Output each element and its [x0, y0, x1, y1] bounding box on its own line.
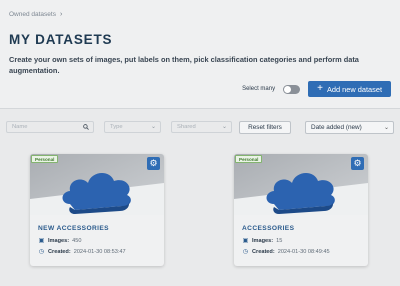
- dataset-card[interactable]: Personal ⚙ ACCESSORIES ▣ Images: 15 ◷ Cr…: [234, 154, 368, 266]
- chevron-down-icon: ⌄: [221, 124, 227, 130]
- type-filter-select[interactable]: Type ⌄: [104, 121, 161, 133]
- created-value: 2024-01-30 08:53:47: [73, 248, 126, 255]
- search-icon: [83, 124, 89, 132]
- dataset-thumbnail: [30, 154, 164, 215]
- chevron-right-icon: ›: [59, 10, 63, 18]
- select-many-label: Select many: [242, 86, 276, 92]
- settings-button[interactable]: ⚙: [147, 157, 160, 170]
- page-title: MY DATASETS: [9, 32, 113, 47]
- chevron-down-icon: ⌄: [383, 125, 389, 131]
- breadcrumb: Owned datasets ›: [9, 8, 391, 20]
- add-new-dataset-label: Add new dataset: [326, 84, 382, 94]
- clock-icon: ◷: [38, 249, 45, 255]
- name-filter-placeholder: Name: [12, 124, 28, 130]
- gear-icon: ⚙: [149, 158, 158, 168]
- reset-filters-button[interactable]: Reset filters: [239, 121, 291, 134]
- images-count-row: ▣ Images: 450: [38, 237, 82, 245]
- chevron-down-icon: ⌄: [150, 124, 156, 130]
- images-count-row: ▣ Images: 15: [242, 237, 283, 245]
- header-divider: [0, 108, 400, 109]
- sort-value: Date added (new): [311, 124, 362, 131]
- created-row: ◷ Created: 2024-01-30 08:53:47: [38, 248, 126, 256]
- clock-icon: ◷: [242, 249, 249, 255]
- plus-icon: +: [317, 83, 323, 94]
- reset-filters-label: Reset filters: [248, 124, 282, 131]
- dataset-card[interactable]: Personal ⚙ NEW ACCESSORIES ▣ Images: 450…: [30, 154, 164, 266]
- created-label: Created:: [252, 248, 275, 255]
- type-filter-placeholder: Type: [110, 124, 123, 130]
- filter-bar: Name Type ⌄ Shared ⌄ Reset filters Date …: [6, 121, 394, 134]
- images-label: Images:: [252, 237, 274, 244]
- created-row: ◷ Created: 2024-01-30 08:49:45: [242, 248, 330, 256]
- dataset-thumbnail: [234, 154, 368, 215]
- dataset-name: NEW ACCESSORIES: [38, 225, 109, 232]
- personal-badge: Personal: [235, 155, 263, 163]
- breadcrumb-owned-datasets[interactable]: Owned datasets: [9, 11, 56, 18]
- select-many-toggle[interactable]: [283, 84, 301, 94]
- shared-filter-placeholder: Shared: [177, 124, 196, 130]
- images-label: Images:: [48, 237, 70, 244]
- created-value: 2024-01-30 08:49:45: [277, 248, 330, 255]
- page-description: Create your own sets of images, put labe…: [9, 55, 359, 75]
- images-value: 15: [276, 237, 283, 244]
- images-value: 450: [72, 237, 82, 244]
- settings-button[interactable]: ⚙: [351, 157, 364, 170]
- gear-icon: ⚙: [353, 158, 362, 168]
- image-icon: ▣: [38, 238, 45, 244]
- created-label: Created:: [48, 248, 71, 255]
- name-filter-input[interactable]: Name: [6, 121, 94, 133]
- dataset-name: ACCESSORIES: [242, 225, 295, 232]
- shared-filter-select[interactable]: Shared ⌄: [171, 121, 232, 133]
- header-actions: Select many + Add new dataset: [242, 81, 391, 97]
- sort-select[interactable]: Date added (new) ⌄: [305, 121, 394, 134]
- image-icon: ▣: [242, 238, 249, 244]
- add-new-dataset-button[interactable]: + Add new dataset: [308, 81, 391, 97]
- personal-badge: Personal: [31, 155, 59, 163]
